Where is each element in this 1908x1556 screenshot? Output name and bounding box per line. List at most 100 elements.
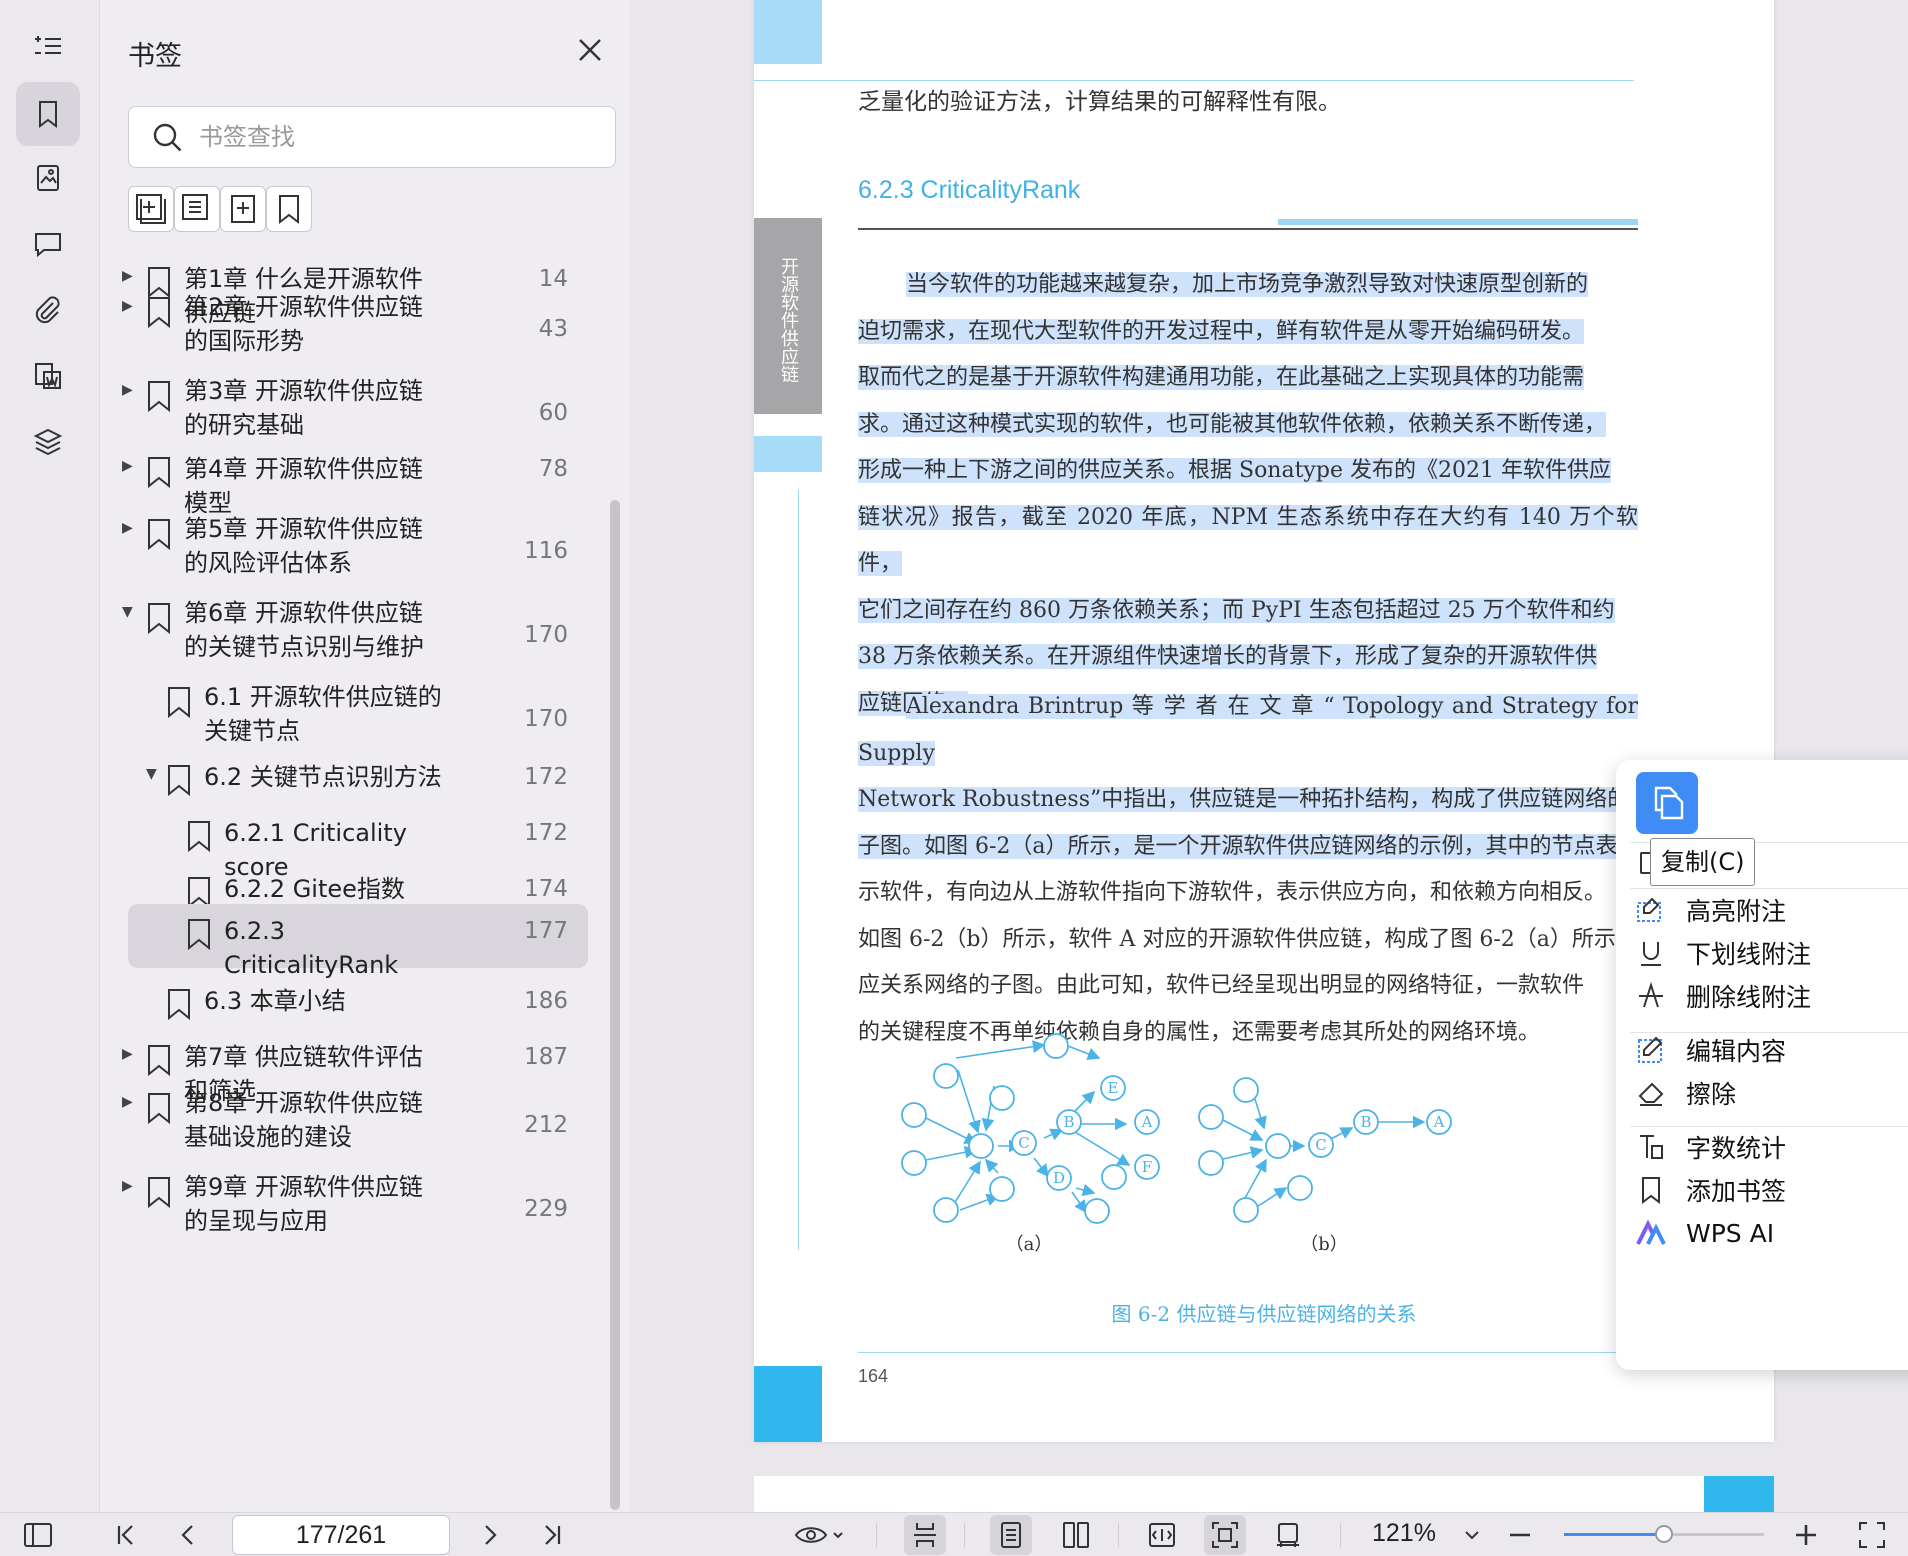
zoom-out-icon[interactable] — [1504, 1519, 1536, 1551]
context-menu-item[interactable]: 下划线附注⇧ — [1636, 931, 1908, 975]
bookmark-icon — [188, 919, 210, 950]
bookmark-icon — [148, 1045, 170, 1076]
eye-mode-icon[interactable] — [794, 1519, 846, 1551]
expand-arrow-icon[interactable]: ▶ — [122, 458, 133, 474]
expand-arrow-icon[interactable]: ▶ — [122, 1094, 133, 1110]
zoom-value[interactable]: 121% — [1372, 1519, 1436, 1548]
context-menu-item[interactable]: 擦除 — [1636, 1071, 1908, 1115]
selected-text-line[interactable]: 当今软件的功能越来越复杂，加上市场竞争激烈导致对快速原型创新的 — [906, 272, 1589, 297]
selected-text-line[interactable]: 取而代之的是基于开源软件构建通用功能，在此基础之上实现具体的功能需 — [858, 365, 1585, 390]
paragraph-1[interactable]: 当今软件的功能越来越复杂，加上市场竞争激烈导致对快速原型创新的迫切需求，在现代大… — [858, 262, 1638, 727]
section-heading[interactable]: 6.2.3 CriticalityRank — [858, 176, 1080, 205]
fit-width-icon[interactable] — [1146, 1519, 1178, 1551]
bookmark-icon — [1642, 1177, 1660, 1204]
expand-arrow-icon[interactable]: ▶ — [122, 1046, 133, 1062]
fullscreen-icon[interactable] — [1856, 1519, 1888, 1551]
bookmark-item[interactable]: ▼ 第6章 开源软件供应链的关键节点识别与维护 170 — [122, 596, 588, 680]
expand-arrow-icon[interactable]: ▶ — [122, 298, 133, 314]
two-page-icon[interactable] — [1060, 1519, 1092, 1551]
node-label-b: B — [1063, 1113, 1074, 1131]
bookmark-item[interactable]: ▶ 第8章 开源软件供应链基础设施的建设 212 — [122, 1086, 588, 1170]
context-menu-item[interactable]: 添加书签 — [1636, 1168, 1908, 1212]
next-page-icon[interactable] — [474, 1519, 506, 1551]
selected-text-line[interactable]: 形成一种上下游之间的供应关系。根据 Sonatype 发布的《2021 年软件供… — [858, 458, 1611, 483]
attachment-icon[interactable] — [16, 278, 80, 342]
expand-arrow-icon[interactable]: ▶ — [122, 520, 133, 536]
context-menu-item[interactable]: WPS AI — [1636, 1211, 1908, 1255]
bookmark-panel-icon[interactable] — [16, 82, 80, 146]
expand-arrow-icon[interactable]: ▶ — [122, 1178, 133, 1194]
word-count-icon — [1640, 1135, 1663, 1159]
bookmark-search-input[interactable] — [199, 117, 599, 157]
wps-ai-icon — [1636, 1219, 1666, 1245]
bookmark-item[interactable]: 6.3 本章小结 186 — [128, 974, 588, 1034]
signature-icon[interactable] — [16, 344, 80, 408]
paragraph-2[interactable]: Alexandra Brintrup 等 学 者 在 文 章 “ Topolog… — [858, 684, 1638, 1056]
bookmark-label: 6.1 开源软件供应链的关键节点 — [204, 683, 442, 745]
page-accent-bottom — [754, 1366, 822, 1442]
copy-tooltip: 复制(C) — [1650, 838, 1756, 886]
expand-arrow-icon[interactable]: ▶ — [122, 268, 133, 284]
copy-button[interactable] — [1636, 772, 1698, 834]
rotate-page-icon[interactable] — [1272, 1519, 1304, 1551]
carryover-text[interactable]: 乏量化的验证方法，计算结果的可解释性有限。 — [858, 82, 1341, 116]
context-menu-label: 编辑内容 — [1686, 1037, 1787, 1066]
context-menu-item[interactable]: 编辑内容 — [1636, 1028, 1908, 1072]
continuous-scroll-icon[interactable] — [904, 1515, 946, 1555]
fit-page-icon[interactable] — [1204, 1515, 1246, 1555]
page-number-input[interactable] — [232, 1515, 450, 1555]
bookmark-item[interactable]: ▶ 第9章 开源软件供应链的呈现与应用 229 — [122, 1170, 588, 1254]
outline-icon[interactable] — [16, 14, 80, 78]
zoom-slider[interactable] — [1564, 1525, 1764, 1543]
layers-icon[interactable] — [16, 410, 80, 474]
selected-text-line[interactable]: 子图。如图 6-2（a）所示，是一个开源软件供应链网络的示例，其中的节点表 — [858, 833, 1618, 859]
text-line[interactable]: 应关系网络的子图。由此可知，软件已经呈现出明显的网络特征，一款软件 — [858, 973, 1584, 998]
sidebar-toggle-icon[interactable] — [22, 1519, 54, 1551]
context-menu-label: 下划线附注 — [1686, 940, 1812, 969]
context-menu-label: 添加书签 — [1686, 1177, 1787, 1206]
figure-6-2: C B E A F D C B A （a） （b） — [901, 1033, 1452, 1255]
last-page-icon[interactable] — [536, 1519, 568, 1551]
context-menu-item[interactable]: 字数统计 — [1636, 1125, 1908, 1169]
bookmark-item[interactable]: ▶ 第2章 开源软件供应链的国际形势 43 — [122, 290, 588, 374]
selected-text-line[interactable]: 迫切需求，在现代大型软件的开发过程中，鲜有软件是从零开始编码研发。 — [858, 318, 1585, 344]
bookmark-page-number: 78 — [538, 456, 568, 482]
single-page-icon[interactable] — [990, 1515, 1032, 1555]
selected-text-line[interactable]: 38 万条依赖关系。在开源组件快速增长的背景下，形成了复杂的开源软件供 — [858, 644, 1597, 669]
add-bookmark-button[interactable] — [128, 186, 174, 232]
bookmark-item[interactable]: ▶ 第7章 供应链软件评估和筛选 187 — [122, 1030, 588, 1105]
selected-text-line[interactable]: 它们之间存在约 860 万条依赖关系；而 PyPI 生态包括超过 25 万个软件… — [858, 597, 1615, 623]
zoom-dropdown-icon[interactable] — [1456, 1519, 1488, 1551]
bookmark-item[interactable]: ▼ 6.2 关键节点识别方法 172 — [128, 750, 588, 810]
next-page-accent — [1704, 1476, 1774, 1512]
collapse-arrow-icon[interactable]: ▼ — [146, 766, 157, 782]
context-menu-label: 字数统计 — [1686, 1134, 1787, 1163]
selected-text-line[interactable]: Network Robustness”中指出，供应链是一种拓扑结构，构成了供应链… — [858, 787, 1630, 812]
thumbnail-icon[interactable] — [16, 146, 80, 210]
close-icon[interactable] — [570, 30, 610, 70]
zoom-in-icon[interactable] — [1790, 1519, 1822, 1551]
insert-bookmark-button[interactable] — [220, 186, 266, 232]
bookmark-page-number: 14 — [538, 266, 568, 292]
selected-text-line[interactable]: 链状况》报告，截至 2020 年底，NPM 生态系统中存在大约有 140 万个软… — [858, 504, 1638, 576]
text-line[interactable]: 如图 6-2（b）所示，软件 A 对应的开源软件供应链，构成了图 6-2（a）所… — [858, 927, 1638, 952]
selected-text-line[interactable]: 求。通过这种模式实现的软件，也可能被其他软件依赖，依赖关系不断传递， — [858, 411, 1607, 437]
comment-icon[interactable] — [16, 212, 80, 276]
context-menu-item[interactable]: 删除线附注 — [1636, 974, 1908, 1018]
previous-page-icon[interactable] — [172, 1519, 204, 1551]
bookmark-item[interactable]: 6.2.1 Criticality score 172 — [128, 806, 588, 881]
bookmark-item[interactable]: 6.2.3 CriticalityRank 177 — [128, 904, 588, 979]
node-label-e: E — [1108, 1079, 1119, 1097]
context-menu-item[interactable]: 高亮附注⇧ — [1636, 888, 1908, 932]
panel-scrollbar[interactable] — [610, 500, 620, 1510]
bookmark-item[interactable]: ▶ 第5章 开源软件供应链的风险评估体系 116 — [122, 512, 588, 596]
text-line[interactable]: 示软件，有向边从上游软件指向下游软件，表示供应方向，和依赖方向相反。 — [858, 880, 1606, 905]
bookmark-item[interactable]: ▶ 第4章 开源软件供应链模型 78 — [122, 442, 588, 517]
collapse-arrow-icon[interactable]: ▼ — [122, 604, 133, 620]
bookmark-button[interactable] — [266, 186, 312, 232]
zoom-slider-thumb[interactable] — [1655, 1525, 1673, 1543]
add-child-bookmark-button[interactable] — [174, 186, 220, 232]
first-page-icon[interactable] — [110, 1519, 142, 1551]
expand-arrow-icon[interactable]: ▶ — [122, 382, 133, 398]
selected-text-line[interactable]: Alexandra Brintrup 等 学 者 在 文 章 “ Topolog… — [858, 694, 1638, 766]
